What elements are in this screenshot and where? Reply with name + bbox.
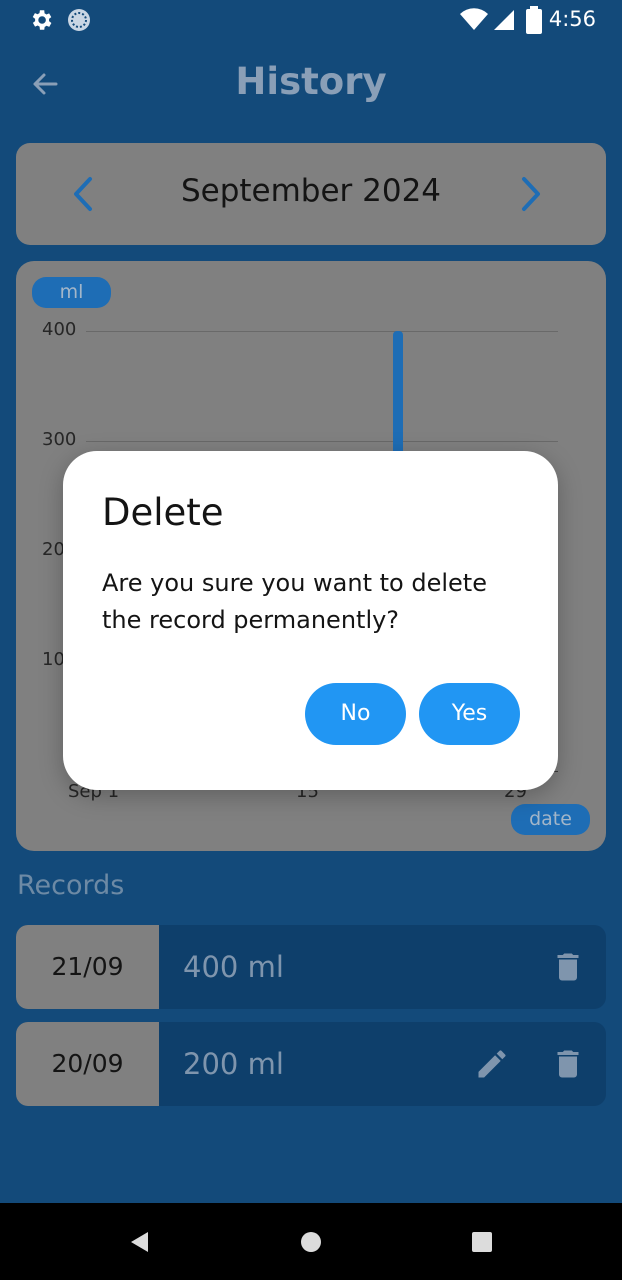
dialog-message: Are you sure you want to delete the reco…	[102, 569, 487, 634]
no-button[interactable]: No	[305, 683, 406, 745]
delete-dialog: Delete Are you sure you want to delete t…	[63, 451, 558, 790]
yes-button[interactable]: Yes	[419, 683, 520, 745]
home-circle-icon[interactable]	[299, 1230, 323, 1254]
navigation-bar	[0, 1203, 622, 1280]
back-triangle-icon[interactable]	[128, 1230, 152, 1254]
dialog-title: Delete	[102, 491, 224, 534]
recents-square-icon[interactable]	[471, 1231, 493, 1253]
